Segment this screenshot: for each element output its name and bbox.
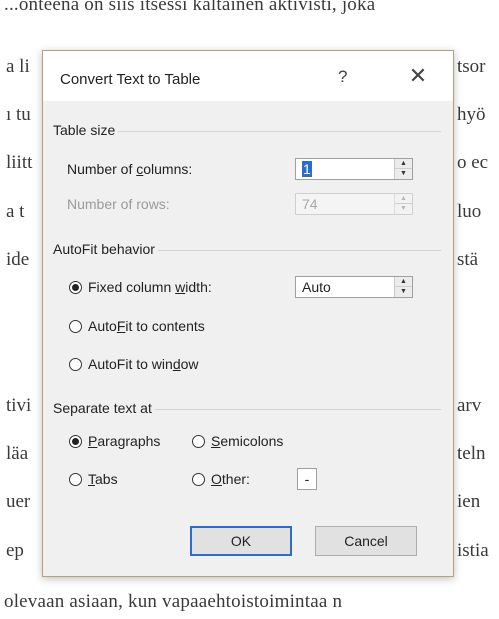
columns-label: Number of columns:: [67, 161, 193, 177]
column-width-value[interactable]: Auto: [302, 279, 331, 295]
other-label: Other:: [211, 471, 250, 487]
decrement-icon[interactable]: ▼: [395, 287, 412, 297]
doc-fragment-left: liitt: [6, 152, 33, 173]
rows-label: Number of rows:: [67, 196, 170, 212]
increment-icon[interactable]: ▲: [395, 277, 412, 287]
rows-stepper: 74 ▲ ▼: [295, 193, 413, 215]
fixed-column-width-option[interactable]: Fixed column width:: [69, 278, 212, 296]
doc-fragment-right: teln: [457, 443, 486, 464]
paragraphs-radio[interactable]: [69, 434, 82, 448]
columns-stepper-arrows[interactable]: ▲ ▼: [394, 159, 412, 179]
tabs-option[interactable]: Tabs: [69, 470, 118, 488]
rows-value: 74: [302, 196, 318, 212]
ok-button[interactable]: OK: [190, 526, 292, 556]
doc-fragment-right: tsor: [457, 56, 486, 77]
other-separator-input[interactable]: -: [297, 468, 317, 490]
doc-fragment-right: hyö: [457, 104, 486, 125]
doc-fragment-right: istia: [457, 540, 489, 561]
doc-fragment-right: luo: [457, 201, 482, 222]
columns-value[interactable]: 1: [302, 161, 312, 177]
increment-icon[interactable]: ▲: [395, 159, 412, 169]
doc-fragment-right: stä: [457, 249, 479, 270]
rows-stepper-arrows: ▲ ▼: [394, 194, 412, 214]
other-radio[interactable]: [192, 472, 205, 486]
increment-icon: ▲: [395, 194, 412, 204]
doc-fragment-left: a li: [6, 56, 30, 77]
tabs-label: Tabs: [88, 471, 118, 487]
dialog-title: Convert Text to Table: [60, 71, 201, 88]
doc-fragment-left: tivi: [6, 395, 32, 416]
cancel-button[interactable]: Cancel: [315, 526, 417, 556]
paragraphs-option[interactable]: Paragraphs: [69, 432, 160, 450]
autofit-to-contents-option[interactable]: AutoFit to contents: [69, 317, 205, 335]
doc-fragment-left: a t: [6, 201, 25, 222]
fixed-column-width-label: Fixed column width:: [88, 279, 212, 295]
autofit-heading: AutoFit behavior: [53, 241, 158, 257]
semicolons-radio[interactable]: [192, 434, 205, 448]
dialog-titlebar[interactable]: Convert Text to Table ? ✕: [43, 51, 453, 101]
decrement-icon[interactable]: ▼: [395, 169, 412, 179]
autofit-to-contents-label: AutoFit to contents: [88, 318, 205, 334]
doc-fragment-left: uer: [6, 491, 31, 512]
fixed-column-width-radio[interactable]: [69, 280, 82, 294]
convert-text-to-table-dialog: Convert Text to Table ? ✕ Table size Num…: [42, 50, 454, 577]
doc-fragment-right: ien: [457, 491, 481, 512]
column-width-stepper[interactable]: Auto ▲ ▼: [295, 276, 413, 298]
help-button[interactable]: ?: [338, 67, 347, 87]
table-size-heading: Table size: [53, 122, 119, 138]
doc-fragment-right: o ec: [457, 152, 489, 173]
doc-fragment-right: arv: [457, 395, 482, 416]
semicolons-option[interactable]: Semicolons: [192, 432, 283, 450]
document-bottom-line: olevaan asiaan, kun vapaaehtoistoimintaa…: [4, 591, 343, 612]
doc-fragment-left: ı tu: [6, 104, 31, 125]
document-top-line: ...onteena on siis itsessi kaltainen akt…: [4, 0, 376, 15]
autofit-to-window-option[interactable]: AutoFit to window: [69, 355, 199, 373]
autofit-to-window-label: AutoFit to window: [88, 356, 199, 372]
column-width-stepper-arrows[interactable]: ▲ ▼: [394, 277, 412, 297]
decrement-icon: ▼: [400, 205, 407, 212]
autofit-to-window-radio[interactable]: [69, 357, 82, 371]
semicolons-label: Semicolons: [211, 433, 284, 449]
doc-fragment-left: läa: [6, 443, 29, 464]
autofit-to-contents-radio[interactable]: [69, 319, 82, 333]
doc-fragment-left: ep: [6, 540, 24, 561]
tabs-radio[interactable]: [69, 472, 82, 486]
doc-fragment-left: ide: [6, 249, 30, 270]
paragraphs-label: Paragraphs: [88, 433, 161, 449]
columns-stepper[interactable]: 1 ▲ ▼: [295, 158, 413, 180]
other-option[interactable]: Other:: [192, 470, 250, 488]
separate-text-heading: Separate text at: [53, 400, 155, 416]
close-icon[interactable]: ✕: [406, 63, 430, 89]
